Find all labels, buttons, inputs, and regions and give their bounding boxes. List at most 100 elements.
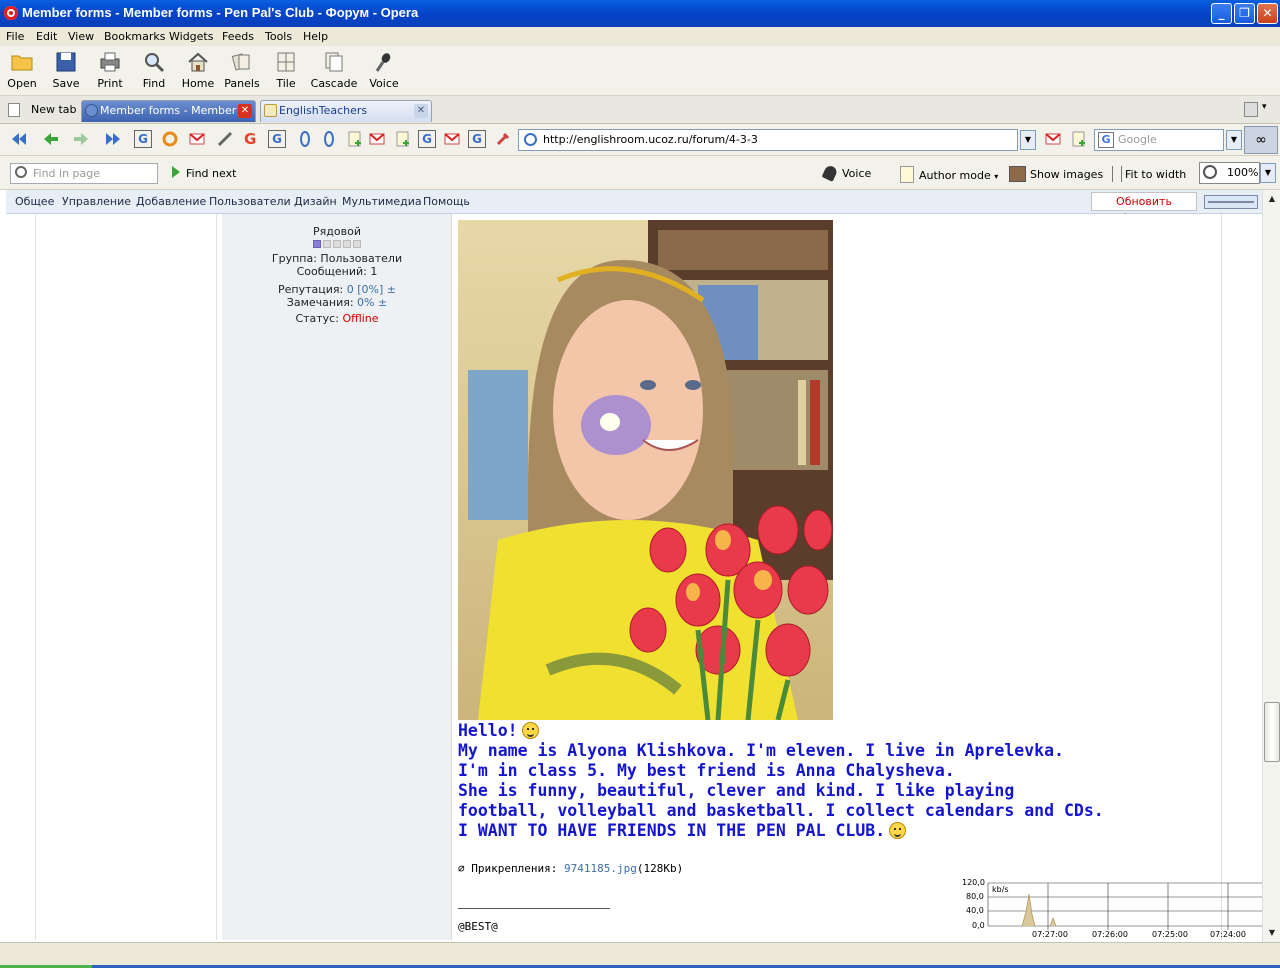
vertical-scrollbar[interactable]: ▲ ▼ [1262,190,1280,942]
show-images-button[interactable]: Show images [1009,166,1103,182]
gmail-icon[interactable] [368,130,386,148]
tools-icon[interactable] [494,130,512,148]
zoom-input[interactable]: 100% [1199,162,1260,184]
slider-control[interactable] [1204,195,1258,209]
message-line: She is funny, beautiful, clever and kind… [458,781,1015,800]
find-button[interactable]: Find [132,50,176,90]
printer-icon [100,52,120,72]
fit-to-width-button[interactable]: Fit to width [1112,166,1186,182]
minimize-button[interactable]: _ [1211,3,1232,24]
menu-view[interactable]: View [68,30,94,43]
document-icon [900,166,914,183]
warnings-value[interactable]: 0% [357,296,374,309]
voice-button[interactable]: Voice [362,50,406,90]
home-button[interactable]: Home [176,50,220,90]
print-label: Print [97,77,123,90]
reload-icon[interactable] [161,130,179,148]
menu-tools[interactable]: Tools [265,30,292,43]
google-icon[interactable]: G [244,130,262,148]
site-menu-add[interactable]: Добавление [136,195,206,208]
tab-englishteachers[interactable]: EnglishTeachers ✕ [260,100,432,122]
reputation-change[interactable]: ± [387,283,396,296]
rank-box [333,240,341,248]
find-in-page-input[interactable]: Find in page [10,163,158,184]
reputation-value[interactable]: 0 [0%] [347,283,384,296]
scroll-thumb[interactable] [1264,702,1280,762]
opera-link-icon[interactable] [296,130,314,148]
google-bookmark-icon[interactable]: G [418,130,436,148]
menu-bookmarks[interactable]: Bookmarks [104,30,165,43]
menu-help[interactable]: Help [303,30,328,43]
site-menu-general[interactable]: Общее [15,195,54,208]
tab-close-icon[interactable]: ✕ [414,104,428,118]
warnings-label: Замечания: [286,296,354,309]
status-bar [0,942,1280,968]
google-bookmark-icon[interactable]: G [468,130,486,148]
close-button[interactable]: ✕ [1257,3,1278,24]
attachment-link[interactable]: 9741185.jpg [564,862,637,875]
message-greeting: Hello! [458,721,518,740]
site-menu-help[interactable]: Помощь [423,195,470,208]
address-bar: G G G G G http://englishroom.ucoz.ru/for… [0,124,1280,156]
author-mode-button[interactable]: Author mode ▾ [900,166,998,183]
fast-forward-icon[interactable] [104,130,122,148]
opera-link-icon[interactable] [320,130,338,148]
panels-button[interactable]: Panels [220,50,264,90]
message-line: Hello! [458,721,1104,741]
site-menu-users[interactable]: Пользователи [209,195,291,208]
menu-widgets[interactable]: Widgets [169,30,213,43]
warnings-change[interactable]: ± [378,296,387,309]
pen-icon[interactable] [216,130,234,148]
back-icon[interactable] [42,130,60,148]
show-images-label: Show images [1030,168,1104,181]
binoculars-icon[interactable]: ∞ [1244,126,1278,154]
menu-edit[interactable]: Edit [36,30,57,43]
trash-icon[interactable] [1244,102,1258,117]
tab-member-forms[interactable]: Member forms - Member ... ✕ [81,100,256,122]
view-bar: Find in page Find next Voice Author mode… [0,156,1280,190]
find-next-button[interactable]: Find next [172,166,236,180]
tab-close-icon[interactable]: ✕ [238,104,252,118]
site-menu-management[interactable]: Управление [62,195,131,208]
scroll-up-icon[interactable]: ▲ [1265,192,1279,206]
site-menu-design[interactable]: Дизайн [294,195,337,208]
save-button[interactable]: Save [44,50,88,90]
cascade-icon [325,52,343,72]
menu-file[interactable]: File [6,30,24,43]
tile-icon [277,52,295,72]
google-search-icon: G [1098,132,1114,148]
tile-button[interactable]: Tile [264,50,308,90]
zoom-dropdown[interactable]: ▼ [1260,163,1276,183]
rank-box [343,240,351,248]
rewind-icon[interactable] [10,130,28,148]
message-line: I WANT TO HAVE FRIENDS IN THE PEN PAL CL… [458,821,1104,841]
search-dropdown[interactable]: ▼ [1226,130,1242,150]
maximize-button[interactable]: ❐ [1234,3,1255,24]
search-input[interactable]: G Google [1094,129,1224,151]
site-menu-multimedia[interactable]: Мультимедиа [342,195,422,208]
new-tab-button[interactable]: New tab [4,100,78,122]
open-button[interactable]: Open [0,50,44,90]
trash-dropdown-icon[interactable]: ▾ [1262,102,1267,112]
new-tab-icon [8,103,20,117]
add-page-icon[interactable] [1070,130,1088,148]
print-button[interactable]: Print [88,50,132,90]
voice-toggle[interactable]: Voice [821,164,871,182]
address-input[interactable]: http://englishroom.ucoz.ru/forum/4-3-3 [518,129,1018,151]
add-page-icon[interactable] [346,130,364,148]
gmail-icon[interactable] [1044,130,1062,148]
message-last-line: I WANT TO HAVE FRIENDS IN THE PEN PAL CL… [458,821,886,840]
scroll-down-icon[interactable]: ▼ [1265,926,1279,940]
add-page-icon[interactable] [394,130,412,148]
cascade-button[interactable]: Cascade [308,50,360,90]
gmail-icon[interactable] [443,130,461,148]
post-photo[interactable] [458,220,833,720]
rank-box [353,240,361,248]
address-dropdown[interactable]: ▼ [1020,130,1036,150]
gmail-icon[interactable] [188,130,206,148]
menu-feeds[interactable]: Feeds [222,30,254,43]
update-browser-button[interactable]: Обновить браузер [1091,192,1197,225]
google-bookmark-icon[interactable]: G [134,130,152,148]
google-bookmark-icon[interactable]: G [268,130,286,148]
forward-icon[interactable] [72,130,90,148]
